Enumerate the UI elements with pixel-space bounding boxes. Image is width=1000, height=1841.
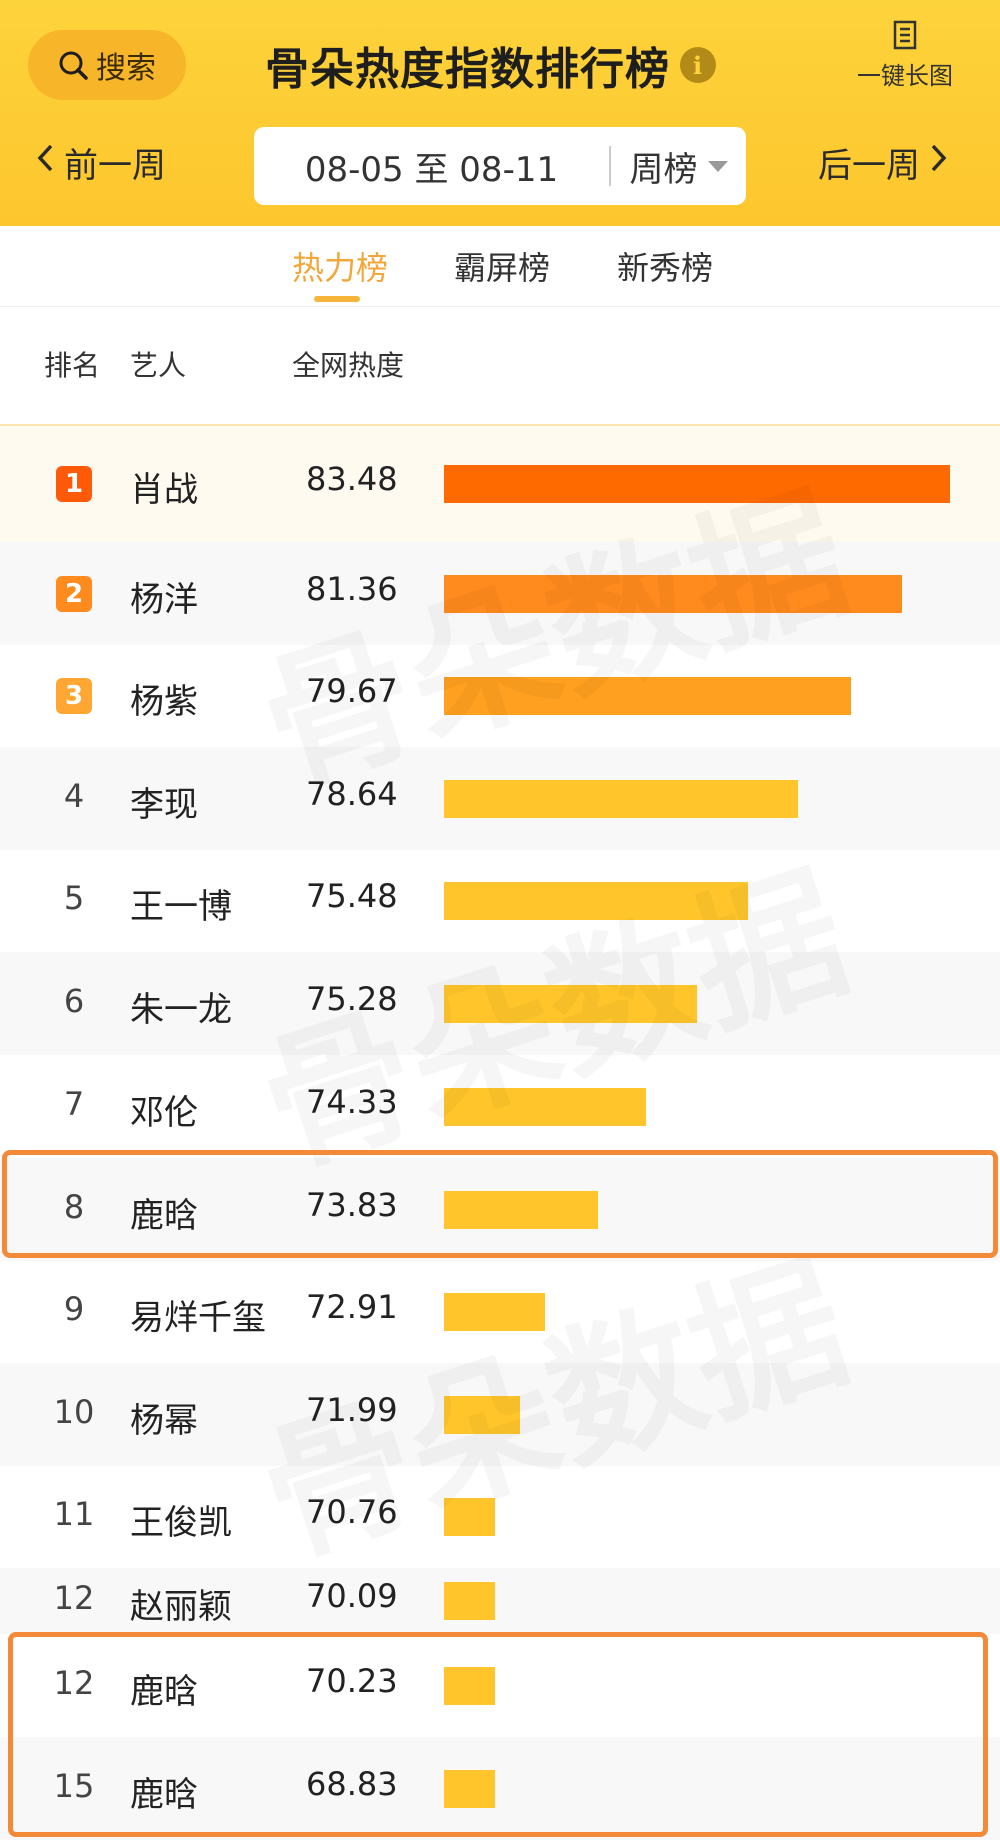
heat-bar (444, 575, 902, 613)
artist-name[interactable]: 鹿晗 (130, 1188, 198, 1237)
heat-score: 71.99 (306, 1391, 398, 1429)
table-row[interactable]: 4 李现 78.64 (0, 747, 1000, 850)
rank-number: 5 (63, 879, 85, 917)
heat-score: 81.36 (306, 570, 398, 608)
heat-score: 75.48 (306, 877, 398, 915)
rank-number: 4 (63, 777, 85, 815)
rank-number: 9 (63, 1290, 85, 1328)
heat-bar (444, 780, 798, 818)
heat-bar (444, 1191, 598, 1229)
rank-number: 8 (63, 1188, 85, 1226)
heat-score: 70.76 (306, 1493, 398, 1531)
table-row[interactable]: 12 鹿晗 70.23 (0, 1634, 1000, 1737)
heat-score: 75.28 (306, 980, 398, 1018)
heat-score: 72.91 (306, 1288, 398, 1326)
table-row[interactable]: 11 王俊凯 70.76 (0, 1466, 1000, 1568)
artist-name[interactable]: 王一博 (130, 879, 232, 928)
heat-bar (444, 1293, 545, 1331)
rank-badge: 1 (56, 466, 92, 502)
heat-score: 73.83 (306, 1186, 398, 1224)
heat-bar (444, 985, 697, 1023)
heat-bar (444, 1667, 495, 1705)
rank-number: 11 (53, 1495, 95, 1533)
rank-number: 15 (53, 1767, 95, 1805)
artist-name[interactable]: 鹿晗 (130, 1664, 198, 1713)
heat-bar (444, 882, 748, 920)
heat-bar (444, 1770, 495, 1808)
ranking-list: 1 肖战 83.48 2 杨洋 81.36 3 杨紫 79.67 4 李现 78.64 5 王一博 75.4… (0, 0, 1000, 1841)
heat-score: 70.09 (306, 1577, 398, 1615)
heat-score: 79.67 (306, 672, 398, 710)
artist-name[interactable]: 王俊凯 (130, 1495, 232, 1544)
artist-name[interactable]: 杨幂 (130, 1393, 198, 1442)
artist-name[interactable]: 朱一龙 (130, 982, 232, 1031)
artist-name[interactable]: 鹿晗 (130, 1767, 198, 1816)
artist-name[interactable]: 邓伦 (130, 1085, 198, 1134)
rank-badge: 2 (56, 576, 92, 612)
heat-score: 70.23 (306, 1662, 398, 1700)
table-row[interactable]: 12 赵丽颖 70.09 (0, 1568, 1000, 1634)
rank-badge: 3 (56, 678, 92, 714)
artist-name[interactable]: 肖战 (130, 462, 198, 511)
table-row[interactable]: 7 邓伦 74.33 (0, 1055, 1000, 1158)
artist-name[interactable]: 杨紫 (130, 674, 198, 723)
table-row[interactable]: 3 杨紫 79.67 (0, 645, 1000, 747)
table-row[interactable]: 9 易烊千玺 72.91 (0, 1261, 1000, 1363)
table-row[interactable]: 15 鹿晗 68.83 (0, 1737, 1000, 1840)
heat-score: 68.83 (306, 1765, 398, 1803)
heat-bar (444, 465, 950, 503)
heat-score: 83.48 (306, 460, 398, 498)
rank-number: 12 (53, 1579, 95, 1617)
heat-bar (444, 1088, 646, 1126)
heat-bar (444, 1582, 495, 1620)
table-row[interactable]: 5 王一博 75.48 (0, 850, 1000, 952)
rank-number: 6 (63, 982, 85, 1020)
heat-score: 78.64 (306, 775, 398, 813)
artist-name[interactable]: 李现 (130, 777, 198, 826)
table-row[interactable]: 10 杨幂 71.99 (0, 1363, 1000, 1466)
artist-name[interactable]: 杨洋 (130, 572, 198, 621)
rank-number: 12 (53, 1664, 95, 1702)
heat-bar (444, 1498, 495, 1536)
table-row[interactable]: 8 鹿晗 73.83 (0, 1158, 1000, 1261)
heat-score: 74.33 (306, 1083, 398, 1121)
heat-bar (444, 677, 851, 715)
table-row[interactable]: 6 朱一龙 75.28 (0, 952, 1000, 1055)
rank-number: 10 (53, 1393, 95, 1431)
rank-number: 7 (63, 1085, 85, 1123)
heat-bar (444, 1396, 520, 1434)
table-row[interactable]: 2 杨洋 81.36 (0, 542, 1000, 645)
artist-name[interactable]: 易烊千玺 (130, 1290, 266, 1339)
artist-name[interactable]: 赵丽颖 (130, 1579, 232, 1628)
table-row[interactable]: 1 肖战 83.48 (0, 426, 1000, 544)
